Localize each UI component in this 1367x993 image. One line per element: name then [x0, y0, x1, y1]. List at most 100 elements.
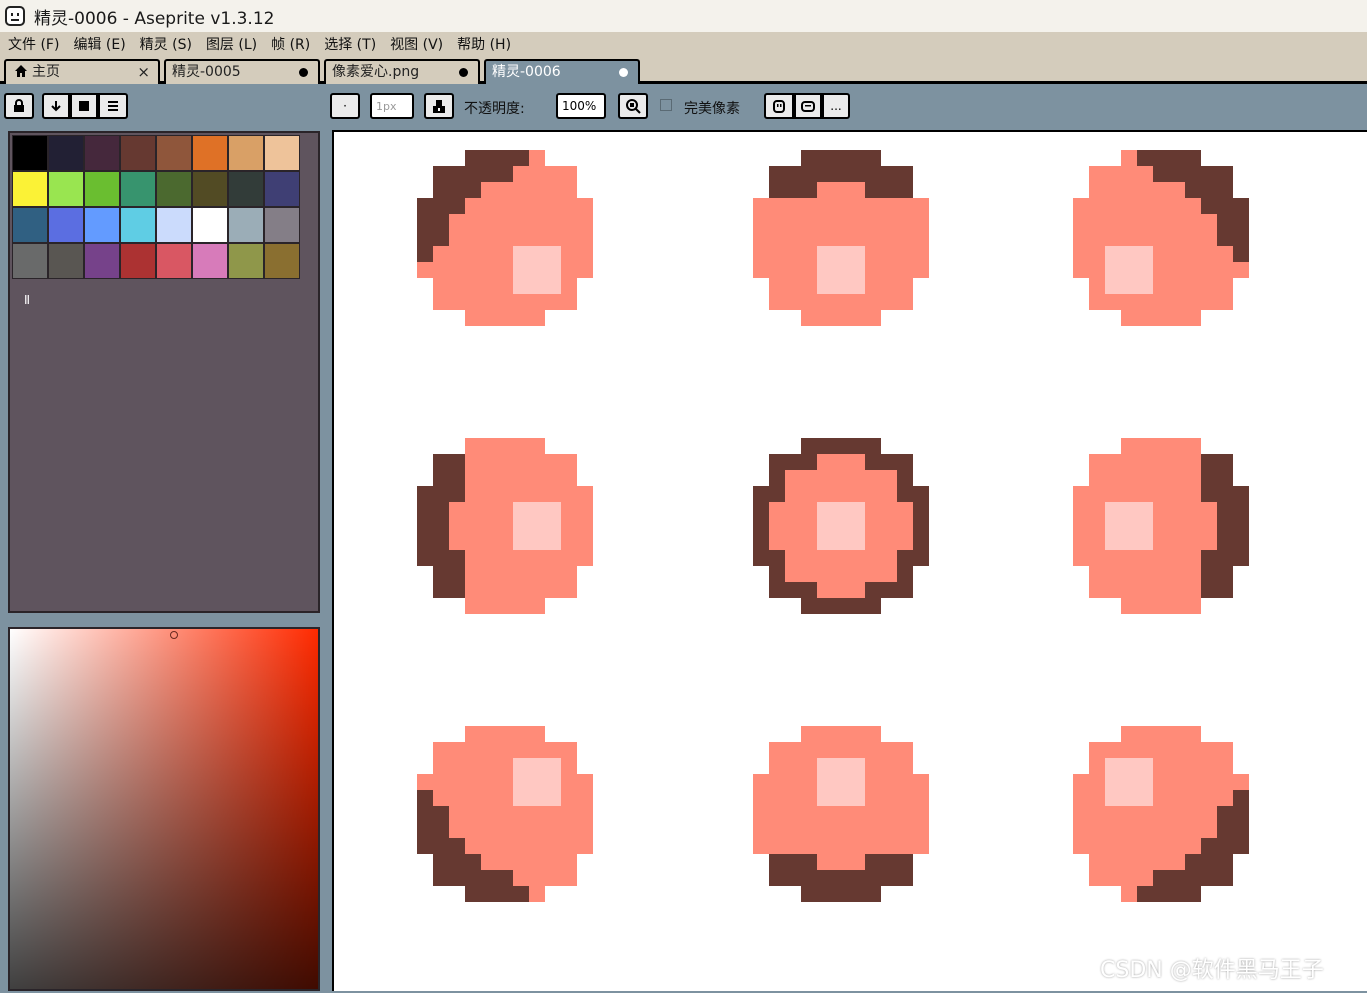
- symmetry-horizontal-button[interactable]: [794, 93, 822, 119]
- palette-swatch[interactable]: [48, 243, 84, 279]
- sprite-pixel: [897, 230, 913, 246]
- palette-swatch[interactable]: [12, 243, 48, 279]
- palette-swatch[interactable]: [264, 207, 300, 243]
- palette-swatch[interactable]: [120, 207, 156, 243]
- palette-swatch[interactable]: [264, 243, 300, 279]
- sprite-pixel: [1105, 550, 1121, 566]
- sprite-pixel: [785, 854, 801, 870]
- sprite-pixel: [497, 518, 513, 534]
- sprite-pixel: [1169, 182, 1185, 198]
- palette-swatch[interactable]: [84, 207, 120, 243]
- unsaved-dot-icon[interactable]: [299, 68, 308, 77]
- palette-swatch[interactable]: [228, 207, 264, 243]
- palette-swatch[interactable]: [156, 171, 192, 207]
- palette-swatch[interactable]: [120, 243, 156, 279]
- palette-swatch[interactable]: [228, 171, 264, 207]
- palette-options-button[interactable]: [98, 93, 128, 119]
- tab-pixel-heart[interactable]: 像素爱心.png: [324, 59, 480, 84]
- menu-layer[interactable]: 图层 (L): [206, 34, 257, 54]
- palette-swatch[interactable]: [120, 171, 156, 207]
- palette-swatch[interactable]: [192, 135, 228, 171]
- sprite-pixel: [753, 790, 769, 806]
- sprite-pixel: [1137, 838, 1153, 854]
- palette-swatch[interactable]: [12, 171, 48, 207]
- menu-help[interactable]: 帮助 (H): [457, 34, 511, 54]
- palette-sort-button[interactable]: [42, 93, 70, 119]
- sprite-pixel: [1137, 150, 1153, 166]
- palette-swatch[interactable]: [156, 135, 192, 171]
- palette-swatch[interactable]: [192, 171, 228, 207]
- sprite-pixel: [433, 742, 449, 758]
- sprite-pixel: [545, 566, 561, 582]
- sprite-pixel: [849, 486, 865, 502]
- lock-palette-button[interactable]: [4, 93, 34, 119]
- unsaved-dot-icon[interactable]: [459, 68, 468, 77]
- sprite-pixel: [481, 150, 497, 166]
- palette-swatch[interactable]: [156, 243, 192, 279]
- ink-type-button[interactable]: [424, 93, 454, 119]
- sprite-pixel: [497, 310, 513, 326]
- tab-sprite-0005[interactable]: 精灵-0005: [164, 59, 320, 84]
- sprite-pixel: [801, 870, 817, 886]
- sprite-pixel: [1089, 870, 1105, 886]
- menu-view[interactable]: 视图 (V): [390, 34, 443, 54]
- shading-button[interactable]: [618, 93, 648, 119]
- sprite-pixel: [513, 598, 529, 614]
- sprite-pixel: [865, 742, 881, 758]
- unsaved-dot-icon[interactable]: [619, 68, 628, 77]
- menu-frame[interactable]: 帧 (R): [271, 34, 310, 54]
- palette-swatch[interactable]: [84, 135, 120, 171]
- more-options-button[interactable]: ...: [822, 93, 850, 119]
- sprite-pixel: [1089, 230, 1105, 246]
- palette-presets-button[interactable]: [70, 93, 98, 119]
- symmetry-vertical-button[interactable]: [764, 93, 794, 119]
- sprite-pixel: [833, 598, 849, 614]
- palette-swatch[interactable]: [120, 135, 156, 171]
- palette-swatch[interactable]: [12, 135, 48, 171]
- menu-edit[interactable]: 编辑 (E): [73, 34, 125, 54]
- sprite-pixel: [465, 598, 481, 614]
- pixel-perfect-checkbox[interactable]: [660, 99, 672, 111]
- close-icon[interactable]: ×: [137, 61, 150, 83]
- sprite-pixel: [561, 774, 577, 790]
- opacity-field[interactable]: 100%: [556, 93, 606, 119]
- sprite-pixel: [785, 870, 801, 886]
- tab-home[interactable]: 主页 ×: [4, 59, 160, 84]
- menu-sprite[interactable]: 精灵 (S): [140, 34, 192, 54]
- menu-file[interactable]: 文件 (F): [8, 34, 59, 54]
- palette-swatch[interactable]: [192, 207, 228, 243]
- color-picker-cursor[interactable]: [170, 631, 178, 639]
- palette-swatch[interactable]: [48, 207, 84, 243]
- sprite-pixel: [481, 198, 497, 214]
- palette-swatch[interactable]: [264, 171, 300, 207]
- sprite-pixel: [577, 246, 593, 262]
- palette-swatch[interactable]: [264, 135, 300, 171]
- palette-swatch[interactable]: [48, 171, 84, 207]
- sprite-pixel: [433, 566, 449, 582]
- sprite-pixel: [849, 214, 865, 230]
- sprite-pixel: [881, 774, 897, 790]
- palette-swatch[interactable]: [12, 207, 48, 243]
- palette-swatch[interactable]: [228, 135, 264, 171]
- sprite-pixel: [817, 310, 833, 326]
- palette-swatch[interactable]: [192, 243, 228, 279]
- brush-size-field[interactable]: 1px: [370, 93, 414, 119]
- sprite-pixel: [561, 518, 577, 534]
- palette-swatch[interactable]: [48, 135, 84, 171]
- sprite-pixel: [529, 886, 545, 902]
- sprite-pixel: [513, 870, 529, 886]
- menu-select[interactable]: 选择 (T): [324, 34, 376, 54]
- palette-swatch[interactable]: [84, 243, 120, 279]
- palette-swatch[interactable]: [228, 243, 264, 279]
- tab-sprite-0006[interactable]: 精灵-0006: [484, 59, 640, 84]
- sprite-artwork[interactable]: [334, 132, 1367, 993]
- palette-swatch[interactable]: [84, 171, 120, 207]
- sprite-pixel: [1217, 502, 1233, 518]
- sprite-pixel: [513, 150, 529, 166]
- sprite-pixel: [561, 550, 577, 566]
- sprite-pixel: [529, 582, 545, 598]
- palette-swatch[interactable]: [156, 207, 192, 243]
- brush-type-button[interactable]: ·: [330, 93, 360, 119]
- color-picker-spectrum[interactable]: [8, 627, 320, 991]
- sprite-canvas[interactable]: [332, 130, 1367, 991]
